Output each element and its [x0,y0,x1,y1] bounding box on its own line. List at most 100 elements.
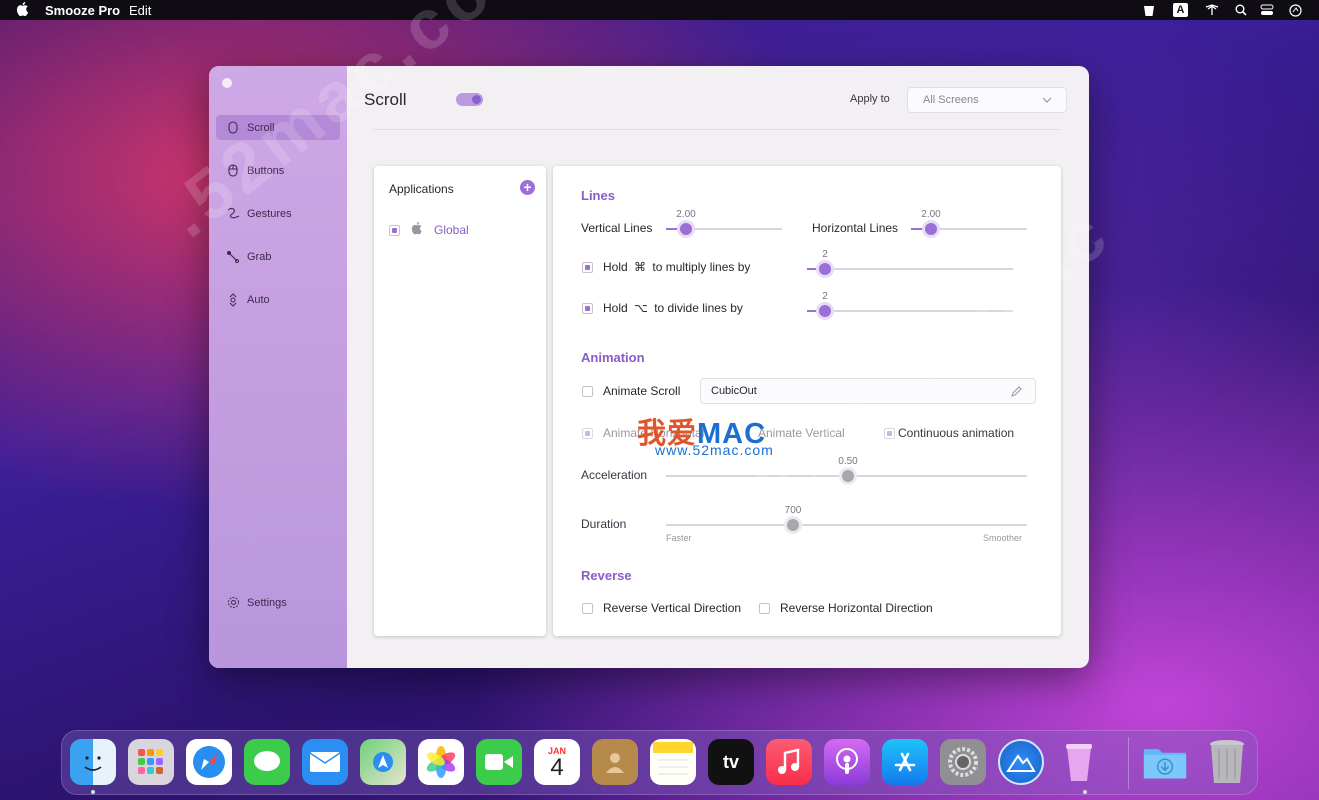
trash-icon[interactable] [1204,739,1250,785]
sidebar-item-label: Auto [247,293,270,306]
sidebar-item-grab[interactable]: Grab [216,244,340,269]
tv-label: tv [722,751,739,772]
page-title: Scroll [364,90,407,109]
wifi-icon[interactable] [1204,3,1219,17]
reverse-heading: Reverse [581,568,632,583]
vertical-lines-slider[interactable] [680,223,692,235]
control-center-icon[interactable] [1259,3,1274,17]
safari-icon[interactable] [186,739,232,785]
hold-cmd-slider[interactable] [819,263,831,275]
acceleration-slider[interactable] [842,470,854,482]
sidebar-item-label: Grab [247,250,272,263]
reverse-horizontal-label: Reverse Horizontal Direction [780,601,933,615]
appletv-icon[interactable]: tv [708,739,754,785]
horizontal-lines-slider[interactable] [925,223,937,235]
duration-value: 700 [784,505,802,516]
vertical-lines-label: Vertical Lines [581,221,653,235]
pencil-icon[interactable] [1010,385,1023,398]
messages-icon[interactable] [244,739,290,785]
smooze-window: Scroll Buttons Gestures Grab Auto Settin… [209,66,1089,668]
hold-cmd-track [807,268,1013,270]
menu-edit[interactable]: Edit [129,3,151,18]
reverse-horizontal-checkbox[interactable] [759,603,770,614]
siri-icon[interactable] [1288,3,1303,17]
mouse-icon [226,121,240,135]
mouse-buttons-icon [226,164,240,178]
sidebar-item-gestures[interactable]: Gestures [216,201,340,226]
divider [374,129,1061,130]
hold-option-suffix: to divide lines by [654,301,743,315]
hold-option-checkbox[interactable] [582,303,593,314]
window-close-button[interactable] [222,78,232,88]
sidebar-item-label: Scroll [247,121,275,134]
cup-status-icon[interactable] [1141,3,1156,17]
auto-icon [226,292,240,307]
appstore-icon[interactable] [882,739,928,785]
dock: JAN 4 tv [61,730,1258,795]
menu-bar: Smooze Pro Edit A [0,0,1319,20]
hold-option-track [807,310,1013,312]
apply-to-label: Apply to [850,93,890,105]
duration-label: Duration [581,517,627,531]
gear-icon [226,596,240,610]
duration-slider[interactable] [787,519,799,531]
reverse-vertical-label: Reverse Vertical Direction [603,601,742,615]
hold-cmd-value: 2 [822,249,828,260]
input-source-icon[interactable]: A [1173,3,1188,17]
option-key-icon: ⌥ [634,301,648,315]
sidebar-item-label: Settings [247,596,287,609]
hold-option-slider[interactable] [819,305,831,317]
acceleration-value: 0.50 [838,456,858,467]
launchpad-icon[interactable] [128,739,174,785]
sidebar-item-buttons[interactable]: Buttons [216,158,340,183]
calendar-day: 4 [550,754,564,781]
podcasts-icon[interactable] [824,739,870,785]
scroll-enable-toggle[interactable] [456,93,483,106]
hold-cmd-label: Hold ⌘ to multiply lines by [603,260,750,274]
music-icon[interactable] [766,739,812,785]
add-application-button[interactable]: + [520,180,535,195]
notes-icon[interactable] [650,739,696,785]
facetime-icon[interactable] [476,739,522,785]
system-preferences-icon[interactable] [940,739,986,785]
apply-to-value: All Screens [923,94,979,106]
apple-logo-icon [411,222,422,235]
hold-cmd-checkbox[interactable] [582,262,593,273]
sidebar: Scroll Buttons Gestures Grab Auto Settin… [209,66,347,668]
cup-icon[interactable] [1056,739,1102,785]
applications-title: Applications [389,182,454,196]
apply-to-select[interactable]: All Screens [907,87,1067,113]
spotlight-icon[interactable] [1233,3,1248,17]
contacts-icon[interactable] [592,739,638,785]
main-content: Scroll Apply to All Screens Applications… [347,66,1089,668]
sidebar-item-scroll[interactable]: Scroll [216,115,340,140]
maps-icon[interactable] [360,739,406,785]
calendar-icon[interactable]: JAN 4 [534,739,580,785]
reverse-vertical-checkbox[interactable] [582,603,593,614]
global-checkbox[interactable] [389,225,400,236]
finder-icon[interactable] [70,739,116,785]
sidebar-item-settings[interactable]: Settings [216,590,340,615]
hold-cmd-prefix: Hold [603,260,628,274]
sidebar-item-auto[interactable]: Auto [216,287,340,312]
application-item-global[interactable]: Global [434,223,469,237]
continuous-animation-checkbox[interactable] [884,428,895,439]
animate-scroll-checkbox[interactable] [582,386,593,397]
vertical-lines-value: 2.00 [676,209,696,220]
hold-option-prefix: Hold [603,301,628,315]
animate-vertical-label: Animate Vertical [758,426,845,440]
animation-heading: Animation [581,350,645,365]
easing-field[interactable]: CubicOut [700,378,1036,404]
hold-cmd-suffix: to multiply lines by [652,260,751,274]
downloads-icon[interactable] [1142,739,1188,785]
animate-horizontal-checkbox[interactable] [582,428,593,439]
photos-icon[interactable] [418,739,464,785]
smooze-icon[interactable] [998,739,1044,785]
chevron-down-icon [1042,97,1052,103]
menu-app-name[interactable]: Smooze Pro [45,3,120,18]
apple-menu-icon[interactable] [16,2,30,17]
animate-scroll-label: Animate Scroll [603,384,681,398]
lines-heading: Lines [581,188,615,203]
sidebar-item-label: Gestures [247,207,292,220]
mail-icon[interactable] [302,739,348,785]
